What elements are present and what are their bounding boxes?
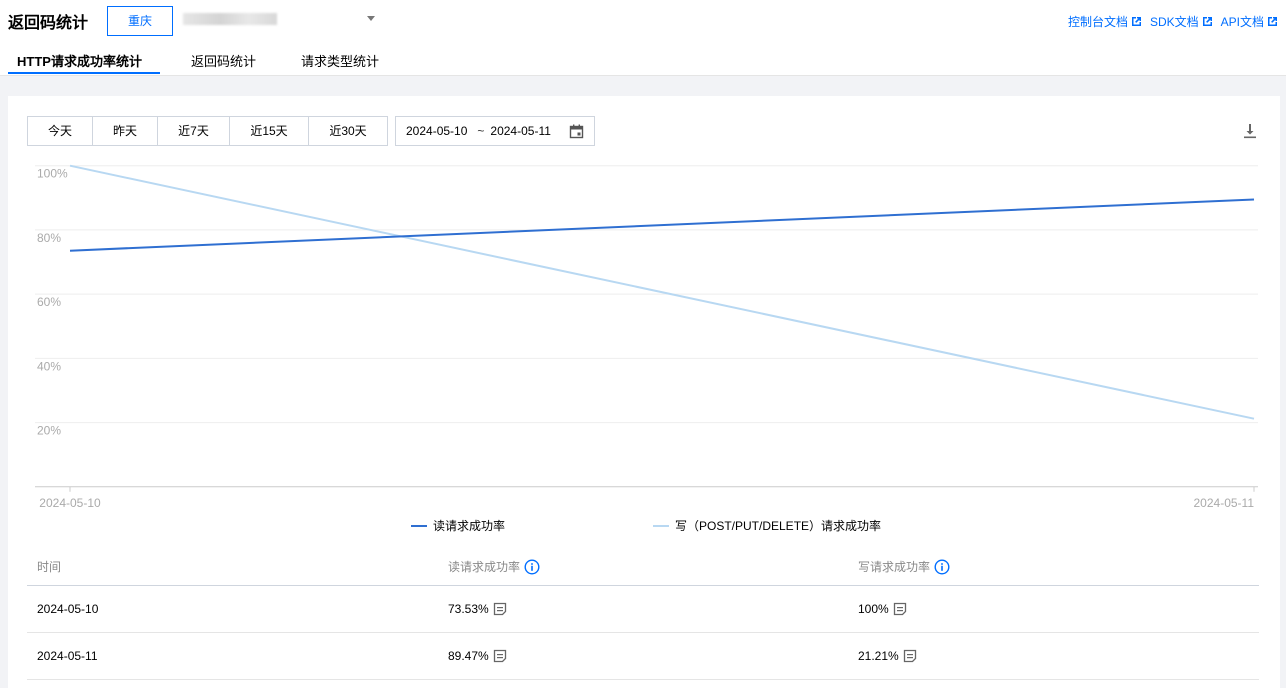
header-read-rate: 读请求成功率: [448, 558, 540, 575]
cell-read-rate-value: 89.47%: [448, 649, 489, 663]
tab-request-type[interactable]: 请求类型统计: [301, 51, 379, 70]
table-row: 2024-05-11 89.47% 21.21%: [27, 633, 1259, 680]
cell-read-rate: 73.53%: [448, 602, 507, 616]
active-tab-indicator: [8, 72, 160, 74]
info-icon[interactable]: [524, 558, 540, 575]
detail-doc-icon[interactable]: [893, 602, 907, 616]
range-yesterday-button[interactable]: 昨天: [93, 117, 158, 145]
range-15days-button[interactable]: 近15天: [230, 117, 309, 145]
detail-doc-icon[interactable]: [493, 602, 507, 616]
header-write-rate: 写请求成功率: [858, 558, 950, 575]
legend-label-read: 读请求成功率: [433, 519, 506, 533]
cell-time: 2024-05-10: [37, 602, 99, 616]
cell-write-rate: 100%: [858, 602, 907, 616]
cell-write-rate-value: 21.21%: [858, 649, 899, 663]
sdk-doc-link-label: SDK文档: [1149, 15, 1199, 29]
region-button[interactable]: 重庆: [107, 6, 173, 36]
cell-time: 2024-05-11: [37, 649, 98, 663]
range-30days-button[interactable]: 近30天: [309, 117, 387, 145]
page-title: 返回码统计: [8, 15, 89, 32]
cell-read-rate: 89.47%: [448, 649, 507, 663]
date-end: 2024-05-11: [490, 124, 551, 138]
tab-http-success-rate[interactable]: HTTP请求成功率统计: [17, 51, 142, 70]
legend-swatch-read: [411, 524, 427, 527]
range-today-button[interactable]: 今天: [28, 117, 93, 145]
legend-item-read[interactable]: 读请求成功率: [411, 517, 505, 534]
date-start: 2024-05-10: [406, 124, 468, 138]
redacted-instance-name: [183, 13, 277, 25]
external-link-icon: [1202, 17, 1212, 26]
detail-doc-icon[interactable]: [903, 649, 917, 663]
doc-links: 控制台文档 SDK文档 API文档: [1068, 13, 1278, 30]
date-separator: ~: [477, 124, 485, 138]
api-doc-link[interactable]: API文档: [1221, 13, 1278, 30]
header-read-rate-label: 读请求成功率: [448, 560, 521, 574]
instance-select[interactable]: [183, 12, 378, 28]
legend-label-write: 写（POST/PUT/DELETE）请求成功率: [675, 519, 882, 533]
time-range-group: 今天 昨天 近7天 近15天 近30天: [27, 116, 388, 146]
console-doc-link[interactable]: 控制台文档: [1068, 13, 1142, 30]
range-7days-button[interactable]: 近7天: [158, 117, 230, 145]
tab-return-code[interactable]: 返回码统计: [191, 51, 256, 70]
detail-doc-icon[interactable]: [493, 649, 507, 663]
header-write-rate-label: 写请求成功率: [858, 560, 931, 574]
sdk-doc-link[interactable]: SDK文档: [1150, 13, 1213, 30]
api-doc-link-label: API文档: [1220, 15, 1264, 29]
header-time: 时间: [37, 558, 61, 575]
external-link-icon: [1131, 17, 1141, 26]
info-icon[interactable]: [934, 558, 950, 575]
external-link-icon: [1268, 17, 1277, 26]
legend-swatch-write: [653, 524, 669, 527]
legend-item-write[interactable]: 写（POST/PUT/DELETE）请求成功率: [653, 517, 881, 534]
date-range-picker[interactable]: 2024-05-10 ~ 2024-05-11: [395, 116, 595, 146]
console-doc-link-label: 控制台文档: [1067, 15, 1128, 29]
success-rate-table: 时间 读请求成功率 写请求成功率 2024-05-10 73.53% 100% …: [27, 546, 1259, 680]
tab-bar: HTTP请求成功率统计 返回码统计 请求类型统计: [0, 42, 1286, 76]
cell-write-rate-value: 100%: [858, 602, 889, 616]
table-row: 2024-05-10 73.53% 100%: [27, 586, 1259, 633]
download-icon[interactable]: [1243, 123, 1257, 139]
top-bar: 返回码统计 重庆 控制台文档 SDK文档 API文档: [0, 0, 1286, 42]
caret-down-icon: [367, 16, 375, 21]
table-header: 时间 读请求成功率 写请求成功率: [27, 546, 1259, 586]
cell-read-rate-value: 73.53%: [448, 602, 489, 616]
cell-write-rate: 21.21%: [858, 649, 917, 663]
calendar-icon: [569, 124, 584, 139]
header-time-label: 时间: [37, 560, 62, 574]
